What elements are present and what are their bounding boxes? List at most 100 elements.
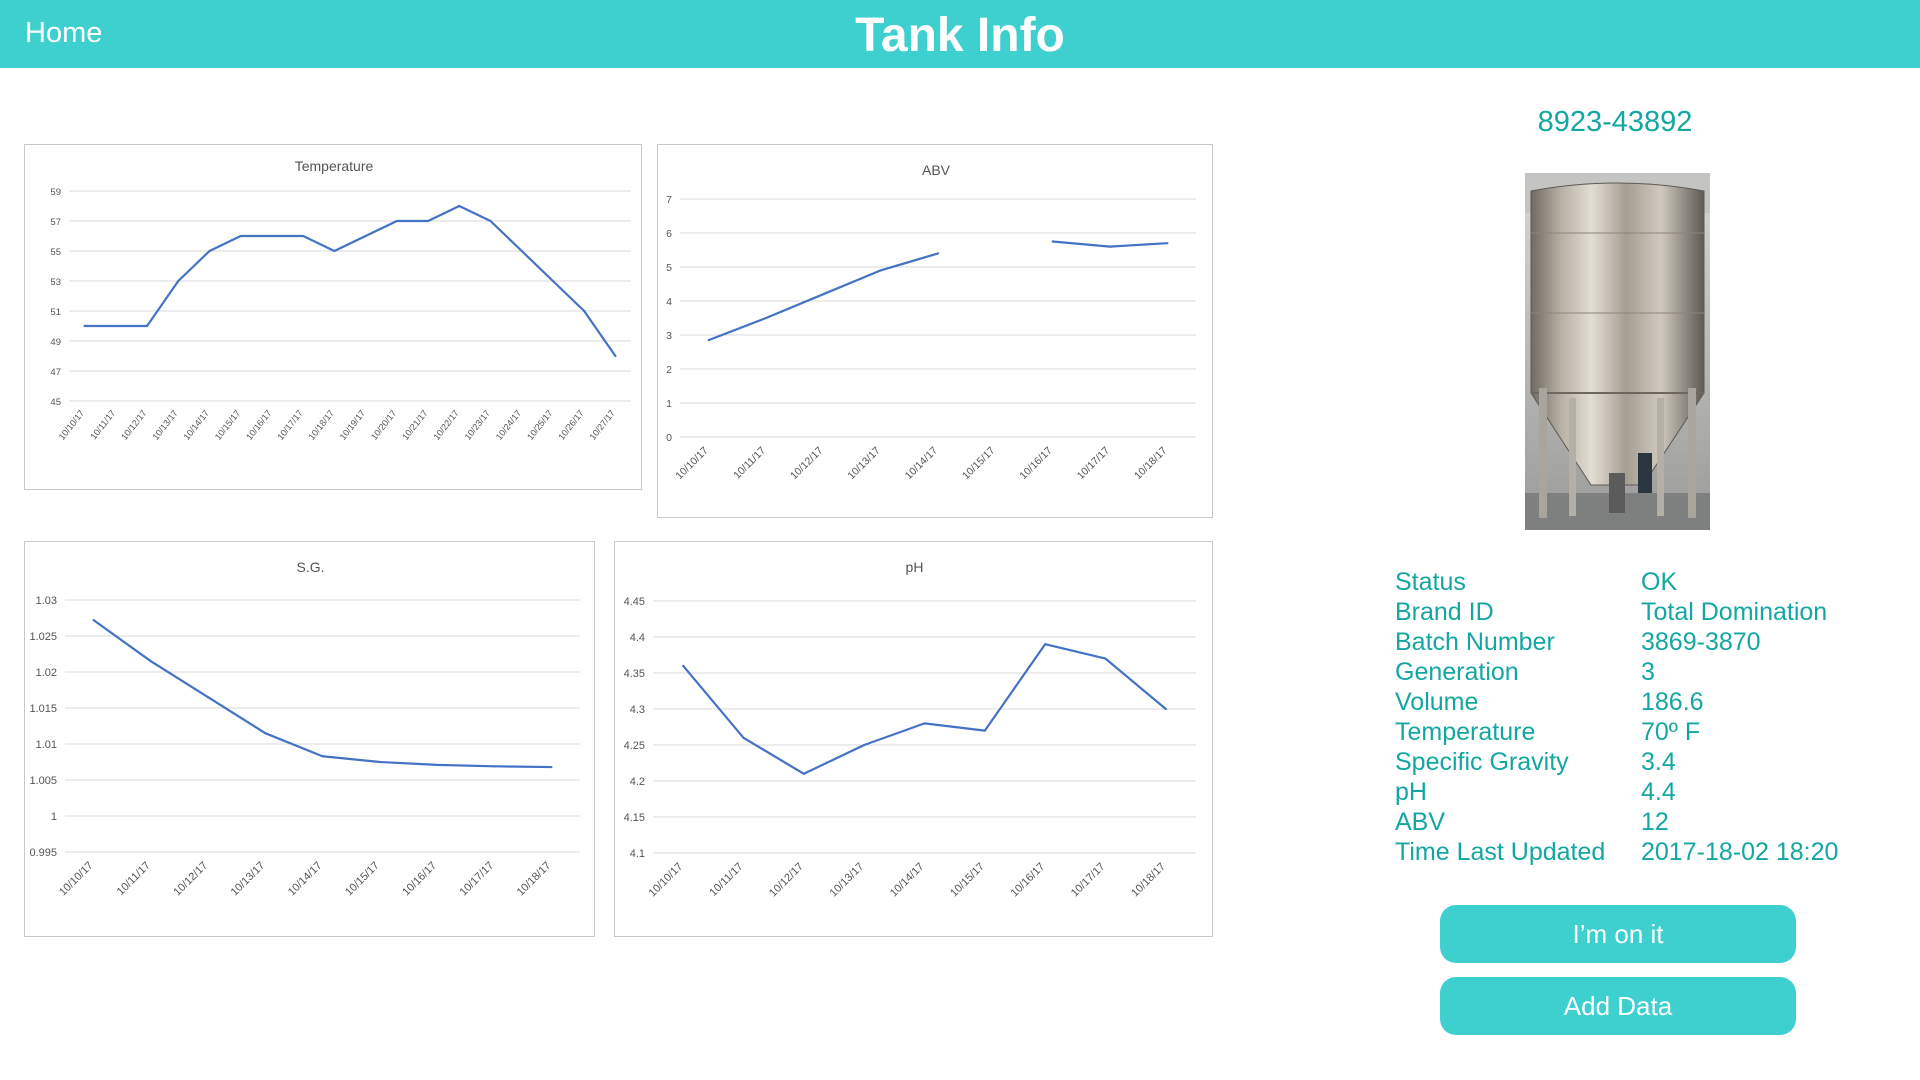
y-tick-label: 4.1 xyxy=(630,848,645,860)
x-tick-label: 10/11/17 xyxy=(707,861,745,899)
y-tick-label: 1.02 xyxy=(36,667,57,679)
data-point xyxy=(83,324,86,328)
info-value: 3869-3870 xyxy=(1641,628,1761,656)
x-tick-label: 10/22/17 xyxy=(431,408,460,442)
info-value: 70º F xyxy=(1641,718,1701,746)
info-row-specific-gravity: Specific Gravity 3.4 xyxy=(1395,748,1895,778)
y-tick-label: 4.35 xyxy=(624,668,645,680)
data-point xyxy=(458,204,461,208)
data-point xyxy=(177,279,180,283)
x-tick-label: 10/18/17 xyxy=(1132,445,1169,482)
data-point xyxy=(1166,242,1169,245)
x-tick-label: 10/11/17 xyxy=(88,408,117,441)
y-tick-label: 1.03 xyxy=(36,595,57,607)
im-on-it-button[interactable]: I’m on it xyxy=(1440,905,1796,963)
x-tick-label: 10/21/17 xyxy=(400,408,429,442)
x-tick-label: 10/14/17 xyxy=(903,445,940,482)
data-point xyxy=(270,234,274,238)
x-tick-label: 10/24/17 xyxy=(494,408,523,442)
y-tick-label: 45 xyxy=(50,397,61,408)
data-point xyxy=(879,269,882,272)
data-point xyxy=(923,722,926,725)
info-row-abv: ABV 12 xyxy=(1395,808,1895,838)
top-bar: Home Tank Info xyxy=(0,0,1920,68)
data-point xyxy=(395,219,398,223)
x-tick-label: 10/17/17 xyxy=(275,408,304,442)
x-tick-label: 10/23/17 xyxy=(463,408,492,442)
y-tick-label: 55 xyxy=(50,247,61,258)
x-tick-label: 10/17/17 xyxy=(458,860,497,899)
x-tick-label: 10/11/17 xyxy=(115,860,153,898)
page-title: Tank Info xyxy=(855,9,1065,62)
chart-title: ABV xyxy=(922,162,951,178)
data-point xyxy=(551,279,555,283)
x-tick-label: 10/12/17 xyxy=(788,445,825,482)
data-point xyxy=(983,729,986,732)
y-tick-label: 59 xyxy=(50,187,61,198)
y-tick-label: 0 xyxy=(666,432,672,444)
x-tick-label: 10/12/17 xyxy=(119,408,148,442)
x-tick-label: 10/17/17 xyxy=(1075,445,1112,482)
info-label: ABV xyxy=(1395,808,1446,836)
ph-chart: pH 4.1 4.15 4.2 4.25 4.3 4.35 4.4 4.45 10/10/17 10… xyxy=(614,541,1213,937)
sg-chart: S.G. 0.995 1 1.005 1.01 1.015 1.02 1.025 1.03 10/… xyxy=(24,541,595,937)
data-point xyxy=(493,765,496,768)
x-tick-label: 10/13/17 xyxy=(828,861,867,900)
data-point xyxy=(239,234,242,238)
y-tick-label: 1.005 xyxy=(29,775,57,787)
x-tick-label: 10/11/17 xyxy=(731,445,768,482)
x-tick-label: 10/20/17 xyxy=(369,408,398,442)
x-tick-label: 10/10/17 xyxy=(647,861,686,900)
data-point xyxy=(435,763,439,766)
data-point xyxy=(583,309,586,313)
x-tick-label: 10/18/17 xyxy=(1129,861,1168,900)
x-tick-label: 10/15/17 xyxy=(948,861,987,900)
series-line xyxy=(92,619,552,769)
x-tick-label: 10/14/17 xyxy=(182,408,211,442)
info-value: Total Domination xyxy=(1641,598,1828,626)
add-data-button[interactable]: Add Data xyxy=(1440,977,1796,1035)
data-point xyxy=(742,736,745,739)
x-tick-label: 10/18/17 xyxy=(515,860,554,899)
info-row-volume: Volume 186.6 xyxy=(1395,688,1895,718)
y-tick-label: 4 xyxy=(666,296,672,308)
temperature-chart: Temperature 45 47 49 51 53 55 57 59 10/10/17 10/11… xyxy=(24,144,642,490)
x-tick-label: 10/12/17 xyxy=(767,861,806,900)
x-tick-label: 10/16/17 xyxy=(1009,861,1048,900)
chart-svg: pH 4.1 4.15 4.2 4.25 4.3 4.35 4.4 4.45 10/10/17 10… xyxy=(624,559,1196,900)
y-tick-label: 57 xyxy=(50,217,61,228)
chart-svg: Temperature 45 47 49 51 53 55 57 59 10/10/17 10/11… xyxy=(50,158,631,442)
data-point xyxy=(489,219,492,223)
x-tick-label: 10/16/17 xyxy=(1017,445,1054,482)
y-tick-label: 4.2 xyxy=(630,776,645,788)
x-tick-label: 10/13/17 xyxy=(845,445,882,482)
x-tick-label: 10/15/17 xyxy=(960,445,997,482)
series-line xyxy=(708,252,939,342)
x-tick-label: 10/10/17 xyxy=(673,445,710,482)
x-tick-label: 10/15/17 xyxy=(343,860,382,899)
x-tick-label: 10/27/17 xyxy=(588,408,617,442)
y-tick-label: 3 xyxy=(666,330,672,342)
data-point xyxy=(1051,240,1054,243)
info-value: OK xyxy=(1641,568,1678,596)
y-tick-label: 2 xyxy=(666,364,672,376)
data-point xyxy=(682,664,685,667)
data-point xyxy=(764,316,768,320)
y-tick-label: 1.01 xyxy=(36,739,57,751)
info-value: 4.4 xyxy=(1641,778,1676,806)
y-tick-label: 4.3 xyxy=(630,704,645,716)
info-label: pH xyxy=(1395,778,1427,806)
data-point xyxy=(802,772,805,775)
x-tick-label: 10/12/17 xyxy=(171,860,210,899)
info-value: 2017-18-02 18:20 xyxy=(1641,838,1839,866)
info-label: Brand ID xyxy=(1395,598,1494,626)
tank-id: 8923-43892 xyxy=(1537,106,1693,138)
data-point xyxy=(208,249,211,253)
info-label: Volume xyxy=(1395,688,1479,716)
info-row-time-last-updated: Time Last Updated 2017-18-02 18:20 xyxy=(1395,838,1895,868)
tank-photo xyxy=(1525,173,1710,530)
chart-svg: ABV 0 1 2 3 4 5 6 7 10/10/17 10/11/17 10/12/17 10/13… xyxy=(666,162,1196,482)
x-tick-label: 10/13/17 xyxy=(229,860,268,899)
info-value: 3 xyxy=(1641,658,1655,686)
y-tick-label: 47 xyxy=(50,367,61,378)
